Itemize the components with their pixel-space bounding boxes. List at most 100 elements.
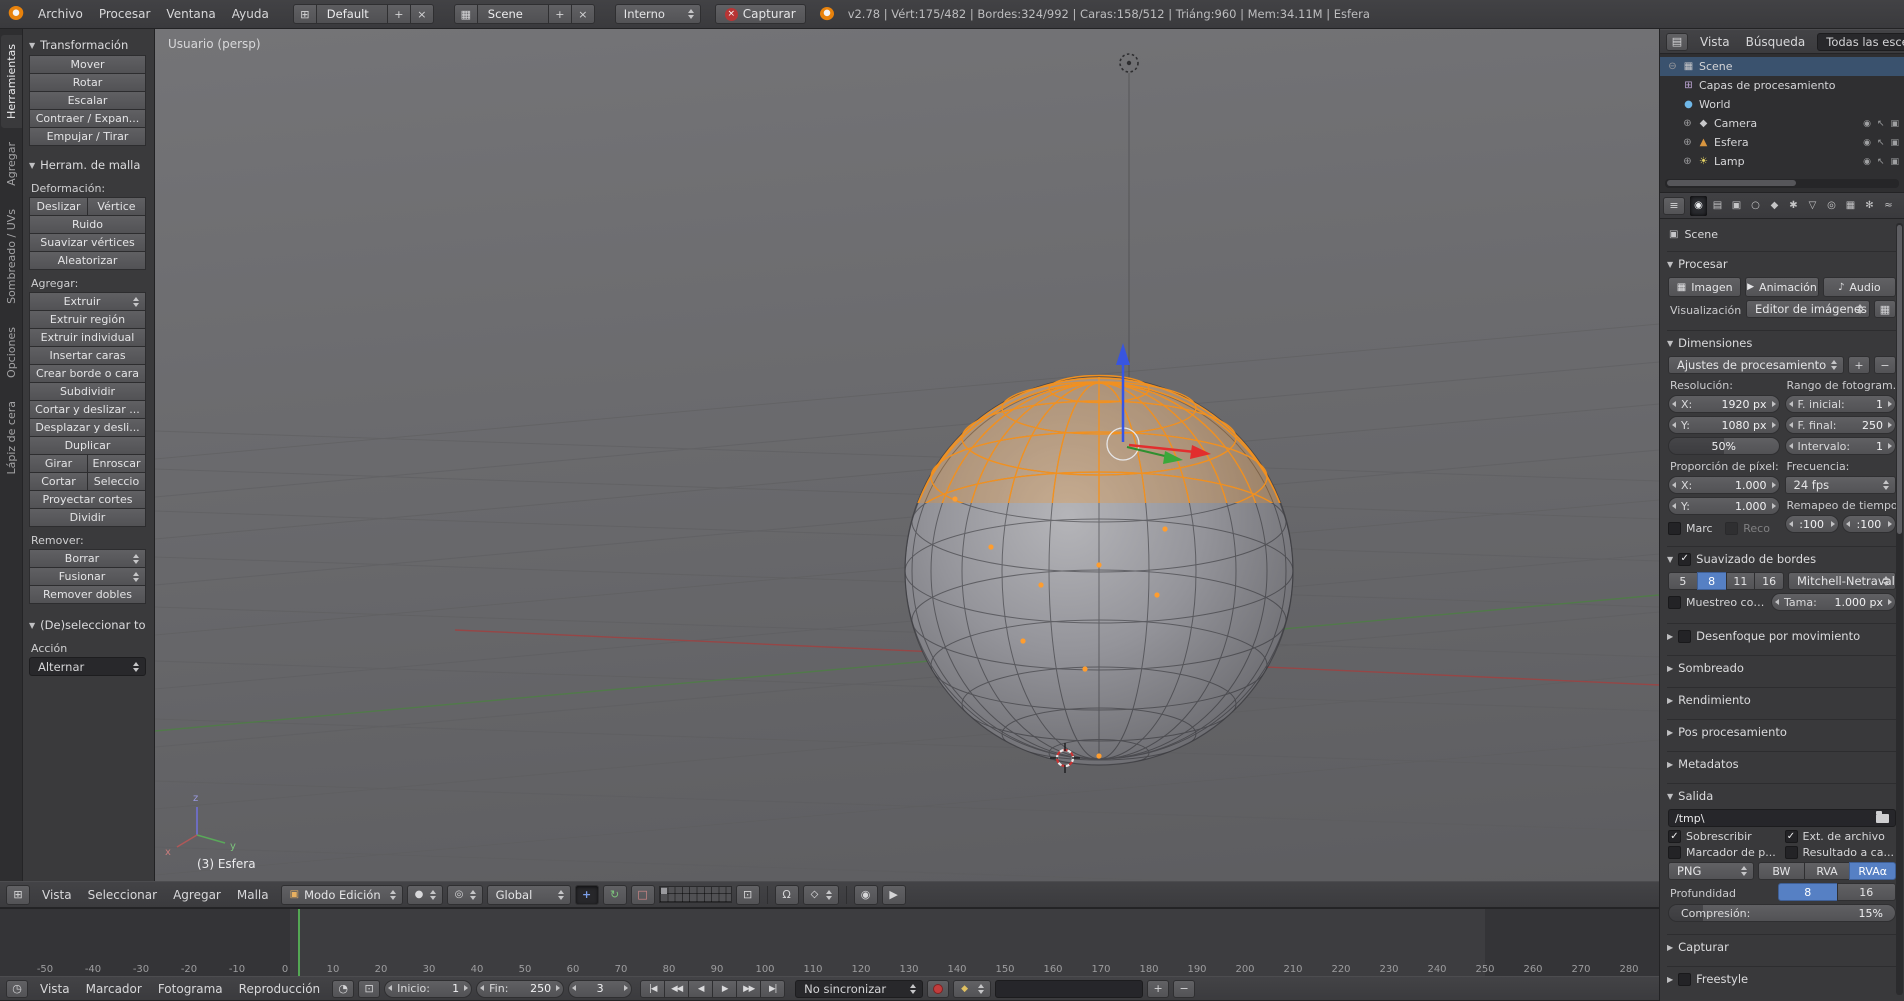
tool-button[interactable]: Insertar caras <box>29 346 146 365</box>
depth-16-button[interactable]: 16 <box>1837 883 1897 901</box>
scene-browse-icon[interactable]: ▦ <box>454 4 478 24</box>
file-extension-checkbox[interactable]: ✓ Ext. de archivo <box>1785 830 1897 843</box>
mode-dropdown[interactable]: ▣ Modo Edición <box>281 885 403 905</box>
postprocessing-panel-header[interactable]: ▶ Pos procesamiento <box>1667 722 1897 742</box>
properties-tab[interactable]: ○ <box>1747 196 1764 216</box>
properties-tab[interactable]: ▣ <box>1728 196 1745 216</box>
preset-add-button[interactable]: + <box>1848 356 1870 374</box>
aa-size-field[interactable]: Tama: 1.000 px <box>1771 593 1896 611</box>
menubar-item[interactable]: Archivo <box>30 7 91 21</box>
delete-menu-button[interactable]: Borrar <box>29 549 146 568</box>
shading-panel-header[interactable]: ▶ Sombreado <box>1667 658 1897 678</box>
depth-8-button[interactable]: 8 <box>1778 883 1838 901</box>
motion-blur-checkbox[interactable]: ✓ <box>1678 630 1691 643</box>
outliner-display-dropdown[interactable]: Todas las escenas <box>1817 33 1904 51</box>
compression-slider[interactable]: Compresión: 15% <box>1668 904 1896 922</box>
menubar-item[interactable]: Procesar <box>91 7 159 21</box>
metadata-panel-header[interactable]: ▶ Metadatos <box>1667 754 1897 774</box>
tree-row-lamp[interactable]: ⊕ ☀ Lamp ◉ ↖ ▣ <box>1660 152 1904 171</box>
editor-type-button[interactable]: ◷ <box>6 980 28 998</box>
sphere-mesh[interactable] <box>905 376 1293 767</box>
resolution-scale-slider[interactable]: 50% <box>1668 437 1780 455</box>
tool-button[interactable]: Subdividir <box>29 382 146 401</box>
playback-button[interactable]: ▶▶ <box>736 980 761 998</box>
delete-keyframe-button[interactable]: − <box>1173 980 1195 998</box>
insert-keyframe-button[interactable]: + <box>1147 980 1169 998</box>
tool-button[interactable]: Escalar <box>29 91 146 110</box>
tree-row-world[interactable]: ● World <box>1660 95 1904 114</box>
crop-checkbox[interactable]: ✓ Reco <box>1725 522 1779 535</box>
tool-button[interactable]: Dividir <box>29 508 146 527</box>
border-checkbox[interactable]: ✓ Marc <box>1668 522 1722 535</box>
timeline-editor[interactable]: -50-40-30-20-100102030405060708090100110… <box>0 908 1659 976</box>
frame-end-field[interactable]: Fin: 250 <box>476 980 564 998</box>
antialiasing-checkbox[interactable]: ✓ <box>1678 553 1691 566</box>
blender-logo-icon[interactable] <box>8 6 24 22</box>
tree-row-camera[interactable]: ⊕ ◆ Camera ◉ ↖ ▣ <box>1660 114 1904 133</box>
toolshelf-tab[interactable]: Opciones <box>1 318 22 387</box>
playback-button[interactable]: ▶| <box>760 980 785 998</box>
properties-tab[interactable]: ▤ <box>1709 196 1726 216</box>
color-rgba-button[interactable]: RVAα <box>1849 862 1896 880</box>
record-button[interactable] <box>927 980 949 998</box>
viewport-3d[interactable]: z y x Usuario (persp) (3) Esfera <box>155 29 1659 881</box>
render-toggle-icon[interactable]: ▣ <box>1890 138 1899 148</box>
remap-old-field[interactable]: :100 <box>1785 515 1839 533</box>
active-keying-set-field[interactable] <box>995 980 1143 998</box>
scene-delete-button[interactable]: × <box>571 4 595 24</box>
editor-type-button[interactable]: ≡ <box>1663 197 1685 215</box>
capture-panel-header[interactable]: ▶ Capturar <box>1667 937 1897 957</box>
capture-button[interactable]: × Capturar <box>715 4 806 24</box>
properties-tab[interactable]: ✱ <box>1785 196 1802 216</box>
playback-button[interactable]: ◀ <box>688 980 713 998</box>
pivot-dropdown[interactable]: ◎ <box>447 885 483 905</box>
toolshelf-tab[interactable]: Lápiz de cera <box>1 392 22 484</box>
render-panel-header[interactable]: ▼ Procesar <box>1667 254 1897 274</box>
select-toggle-icon[interactable]: ↖ <box>1877 138 1885 148</box>
frame-start-field[interactable]: F. inicial: 1 <box>1785 395 1897 413</box>
antialiasing-panel-header[interactable]: ▼ ✓ Suavizado de bordes <box>1667 549 1897 569</box>
render-engine-dropdown[interactable]: Interno <box>615 4 701 24</box>
menubar-item[interactable]: Vista <box>34 888 80 902</box>
menubar-item[interactable]: Vista <box>1692 35 1738 49</box>
tool-button[interactable]: Rotar <box>29 73 146 92</box>
tool-button[interactable]: Aleatorizar <box>29 251 146 270</box>
placeholders-checkbox[interactable]: ✓ Marcador de p... <box>1668 846 1780 859</box>
tool-button[interactable]: Vértice <box>87 197 146 216</box>
collapse-icon[interactable]: ⊖ <box>1667 61 1678 72</box>
select-toggle-icon[interactable]: ↖ <box>1877 119 1885 129</box>
properties-tab[interactable]: ⊙ <box>1899 196 1904 216</box>
transform-panel-header[interactable]: ▼ Transformación <box>29 35 146 55</box>
manipulator-rotate-icon[interactable]: ↻ <box>603 885 627 905</box>
tool-button[interactable]: Desplazar y desli... <box>29 418 146 437</box>
menubar-item[interactable]: Fotograma <box>150 982 231 996</box>
aspect-y-field[interactable]: Y: 1.000 <box>1668 497 1780 515</box>
transform-orientation-dropdown[interactable]: Global <box>487 885 571 905</box>
aa-samples-16[interactable]: 16 <box>1754 572 1784 590</box>
eye-toggle-icon[interactable]: ◉ <box>1863 157 1871 167</box>
aa-samples-11[interactable]: 11 <box>1726 572 1756 590</box>
preset-remove-button[interactable]: − <box>1874 356 1896 374</box>
toolshelf-tab[interactable]: Herramientas <box>1 35 22 128</box>
menubar-item[interactable]: Vista <box>32 982 78 996</box>
full-sample-checkbox[interactable]: ✓ Muestreo com... <box>1668 596 1767 609</box>
snap-element-dropdown[interactable]: ◇ <box>803 885 839 905</box>
render-animation-button[interactable]: ▶ Animación <box>1745 277 1818 297</box>
sync-dropdown[interactable]: No sincronizar <box>795 980 923 998</box>
file-format-dropdown[interactable]: PNG <box>1668 862 1754 880</box>
tool-button[interactable]: Cortar y deslizar ... <box>29 400 146 419</box>
viewport-shading-dropdown[interactable]: ● <box>407 885 443 905</box>
aspect-x-field[interactable]: X: 1.000 <box>1668 476 1780 494</box>
aa-filter-dropdown[interactable]: Mitchell-Netravali <box>1788 572 1896 590</box>
remap-new-field[interactable]: :100 <box>1842 515 1896 533</box>
playback-button[interactable]: ▶ <box>712 980 737 998</box>
tool-button[interactable]: Ruido <box>29 215 146 234</box>
menubar-item[interactable]: Reproducción <box>231 982 329 996</box>
manipulator-translate-icon[interactable]: + <box>575 885 599 905</box>
editor-type-button[interactable]: ▤ <box>1666 33 1688 51</box>
properties-tab[interactable]: ▦ <box>1842 196 1859 216</box>
menubar-item[interactable]: Agregar <box>165 888 229 902</box>
tool-button[interactable]: Extruir región <box>29 310 146 329</box>
expand-icon[interactable]: ⊕ <box>1682 118 1693 129</box>
properties-tab[interactable]: ◆ <box>1766 196 1783 216</box>
